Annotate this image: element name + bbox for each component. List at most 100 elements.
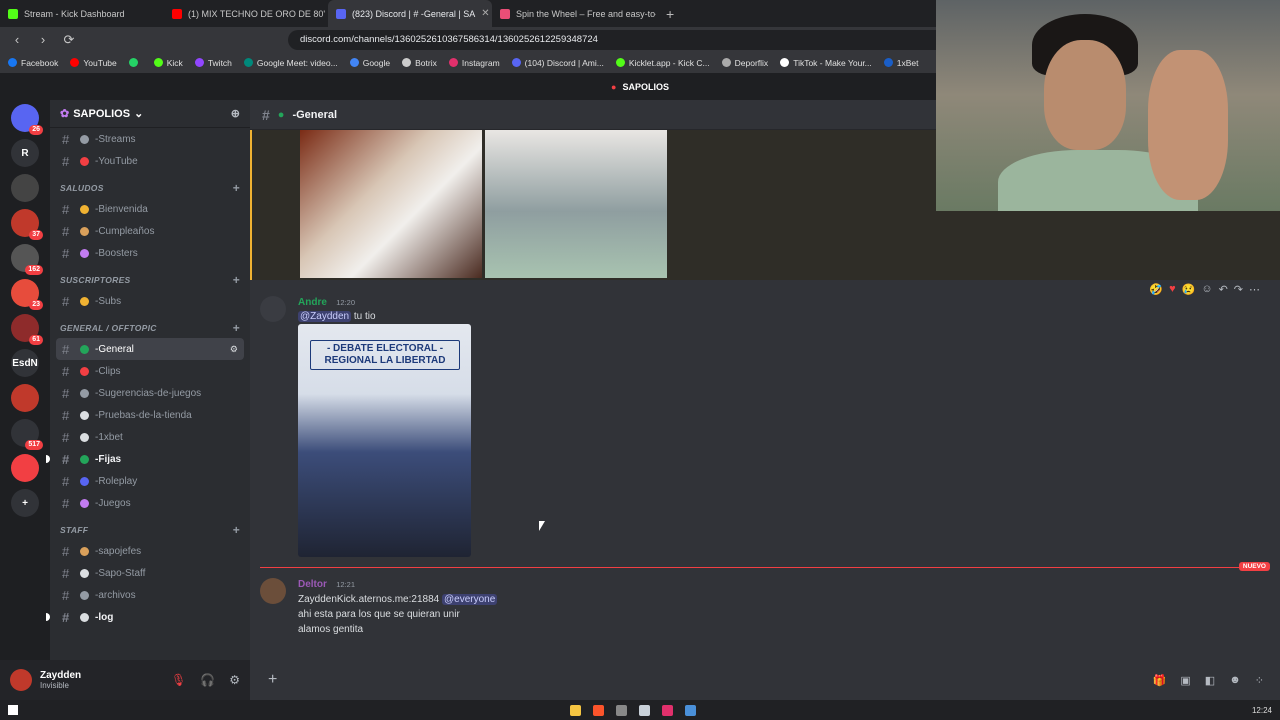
category-header[interactable]: SALUDOS +: [50, 178, 250, 198]
channel-item[interactable]: # -sapojefes: [56, 540, 244, 562]
server-icon[interactable]: 517: [11, 419, 43, 450]
channel-item[interactable]: # -1xbet: [56, 426, 244, 448]
browser-tab[interactable]: Spin the Wheel – Free and easy-to-u: [492, 0, 656, 27]
reply-icon[interactable]: ↶: [1219, 283, 1228, 296]
add-member-icon[interactable]: ⊕: [231, 107, 240, 120]
channel-item[interactable]: # -Bienvenida: [56, 198, 244, 220]
browser-tab[interactable]: Stream - Kick Dashboard: [0, 0, 164, 27]
everyone-mention[interactable]: @everyone: [441, 594, 498, 605]
server-header[interactable]: ✿ SAPOLIOS ⌄ ⊕: [50, 100, 250, 128]
channel-item[interactable]: # -Pruebas-de-la-tienda: [56, 404, 244, 426]
emoji-icon[interactable]: ☻: [1229, 674, 1241, 687]
app-icon[interactable]: [639, 704, 650, 716]
browser-tab[interactable]: (1) MIX TECHNO DE ORO DE 80': [164, 0, 328, 27]
attachment-image[interactable]: [485, 130, 667, 278]
close-icon[interactable]: ✕: [481, 8, 489, 19]
user-mention[interactable]: @Zaydden: [298, 311, 352, 322]
gear-icon[interactable]: ⚙: [229, 673, 240, 687]
channel-item[interactable]: # -YouTube: [56, 150, 244, 172]
file-explorer-icon[interactable]: [570, 704, 581, 716]
message-author[interactable]: Deltor: [298, 579, 327, 590]
bookmark-favicon-icon: [349, 58, 359, 67]
bookmark-item[interactable]: Deporflix: [721, 58, 768, 68]
headphones-icon[interactable]: 🎧: [200, 673, 215, 687]
channel-item[interactable]: # -Juegos: [56, 492, 244, 514]
sticker-icon[interactable]: ◧: [1205, 674, 1215, 687]
attachment-image[interactable]: - DEBATE ELECTORAL - REGIONAL LA LIBERTA…: [298, 324, 471, 557]
steam-icon[interactable]: [685, 704, 696, 716]
channel-item[interactable]: # -Cumpleaños: [56, 220, 244, 242]
back-icon[interactable]: ‹: [10, 32, 24, 47]
bookmark-item[interactable]: Botrix: [402, 58, 437, 68]
message-composer[interactable]: + 🎁 ▣ ◧ ☻ ⁘: [250, 660, 1280, 700]
channel-item[interactable]: # -Clips: [56, 360, 244, 382]
apps-icon[interactable]: ⁘: [1255, 674, 1264, 687]
server-icon[interactable]: 37: [11, 209, 43, 240]
channel-item[interactable]: # -Sapo-Staff: [56, 562, 244, 584]
channel-item[interactable]: # -Fijas: [46, 448, 244, 470]
mute-icon[interactable]: 🎙: [171, 673, 186, 687]
avatar[interactable]: [260, 296, 286, 322]
bookmark-item[interactable]: YouTube: [70, 58, 117, 68]
avatar[interactable]: [10, 669, 32, 691]
channel-item[interactable]: # -Subs: [56, 290, 244, 312]
bookmark-item[interactable]: Google Meet: video...: [243, 58, 338, 68]
attachment-image[interactable]: [300, 130, 482, 278]
server-icon[interactable]: [11, 384, 39, 412]
channel-item[interactable]: # -Roleplay: [56, 470, 244, 492]
server-name: SAPOLIOS: [73, 107, 131, 120]
new-tab-icon[interactable]: +: [656, 6, 684, 22]
forward-icon[interactable]: ↷: [1234, 283, 1243, 296]
server-icon[interactable]: R: [11, 139, 39, 167]
server-icon[interactable]: [11, 454, 39, 482]
bookmark-item[interactable]: Kick: [153, 58, 183, 68]
channel-item[interactable]: # -Boosters: [56, 242, 244, 264]
add-channel-icon[interactable]: +: [233, 181, 240, 195]
app-icon[interactable]: [662, 704, 673, 716]
app-icon[interactable]: [616, 704, 627, 716]
channel-item[interactable]: # -archivos: [56, 584, 244, 606]
bookmark-item[interactable]: Instagram: [448, 58, 500, 68]
globe-icon: ●: [277, 108, 285, 121]
add-attachment-icon[interactable]: +: [268, 671, 277, 689]
bookmark-item[interactable]: Kicklet.app - Kick C...: [615, 58, 710, 68]
channel-item[interactable]: # -Streams: [56, 128, 244, 150]
add-channel-icon[interactable]: +: [233, 273, 240, 287]
reload-icon[interactable]: ⟳: [62, 32, 76, 48]
bookmark-item[interactable]: [128, 58, 142, 67]
bookmark-item[interactable]: TikTok - Make Your...: [780, 58, 872, 68]
bookmark-item[interactable]: 1xBet: [883, 58, 919, 68]
server-icon[interactable]: 26: [11, 104, 43, 135]
brave-browser-icon[interactable]: [593, 704, 604, 716]
server-icon[interactable]: [11, 174, 39, 202]
gif-icon[interactable]: ▣: [1180, 674, 1190, 687]
add-channel-icon[interactable]: +: [233, 523, 240, 537]
channel-item[interactable]: # -General ⚙: [56, 338, 244, 360]
more-icon[interactable]: ⋯: [1249, 283, 1260, 296]
avatar[interactable]: [260, 578, 286, 604]
browser-tab[interactable]: (823) Discord | # -General | SA ✕: [328, 0, 492, 27]
server-icon[interactable]: 162: [11, 244, 43, 275]
gift-icon[interactable]: 🎁: [1153, 674, 1167, 687]
server-icon[interactable]: 61: [11, 314, 43, 345]
bookmark-item[interactable]: (104) Discord | Ami...: [511, 58, 604, 68]
bookmark-item[interactable]: Twitch: [194, 58, 232, 68]
unread-indicator: [46, 613, 50, 621]
add-channel-icon[interactable]: +: [233, 321, 240, 335]
category-header[interactable]: SUSCRIPTORES +: [50, 270, 250, 290]
windows-start-icon[interactable]: [8, 705, 18, 715]
server-icon[interactable]: EsdN: [11, 349, 39, 377]
channel-item[interactable]: # -Sugerencias-de-juegos: [56, 382, 244, 404]
bookmark-item[interactable]: Facebook: [8, 58, 58, 68]
channel-item[interactable]: # -log: [46, 606, 244, 628]
add-server-icon[interactable]: +: [11, 489, 39, 517]
bookmark-item[interactable]: Google: [349, 58, 390, 68]
category-header[interactable]: GENERAL / OFFTOPIC +: [50, 318, 250, 338]
add-reaction-icon[interactable]: ☺: [1201, 283, 1212, 296]
channel-settings-icon[interactable]: ⚙: [230, 344, 238, 355]
message-author[interactable]: Andre: [298, 297, 327, 308]
address-bar[interactable]: discord.com/channels/1360252610367586314…: [288, 29, 968, 50]
forward-icon[interactable]: ›: [36, 32, 50, 47]
server-icon[interactable]: 23: [11, 279, 43, 310]
category-header[interactable]: STAFF +: [50, 520, 250, 540]
